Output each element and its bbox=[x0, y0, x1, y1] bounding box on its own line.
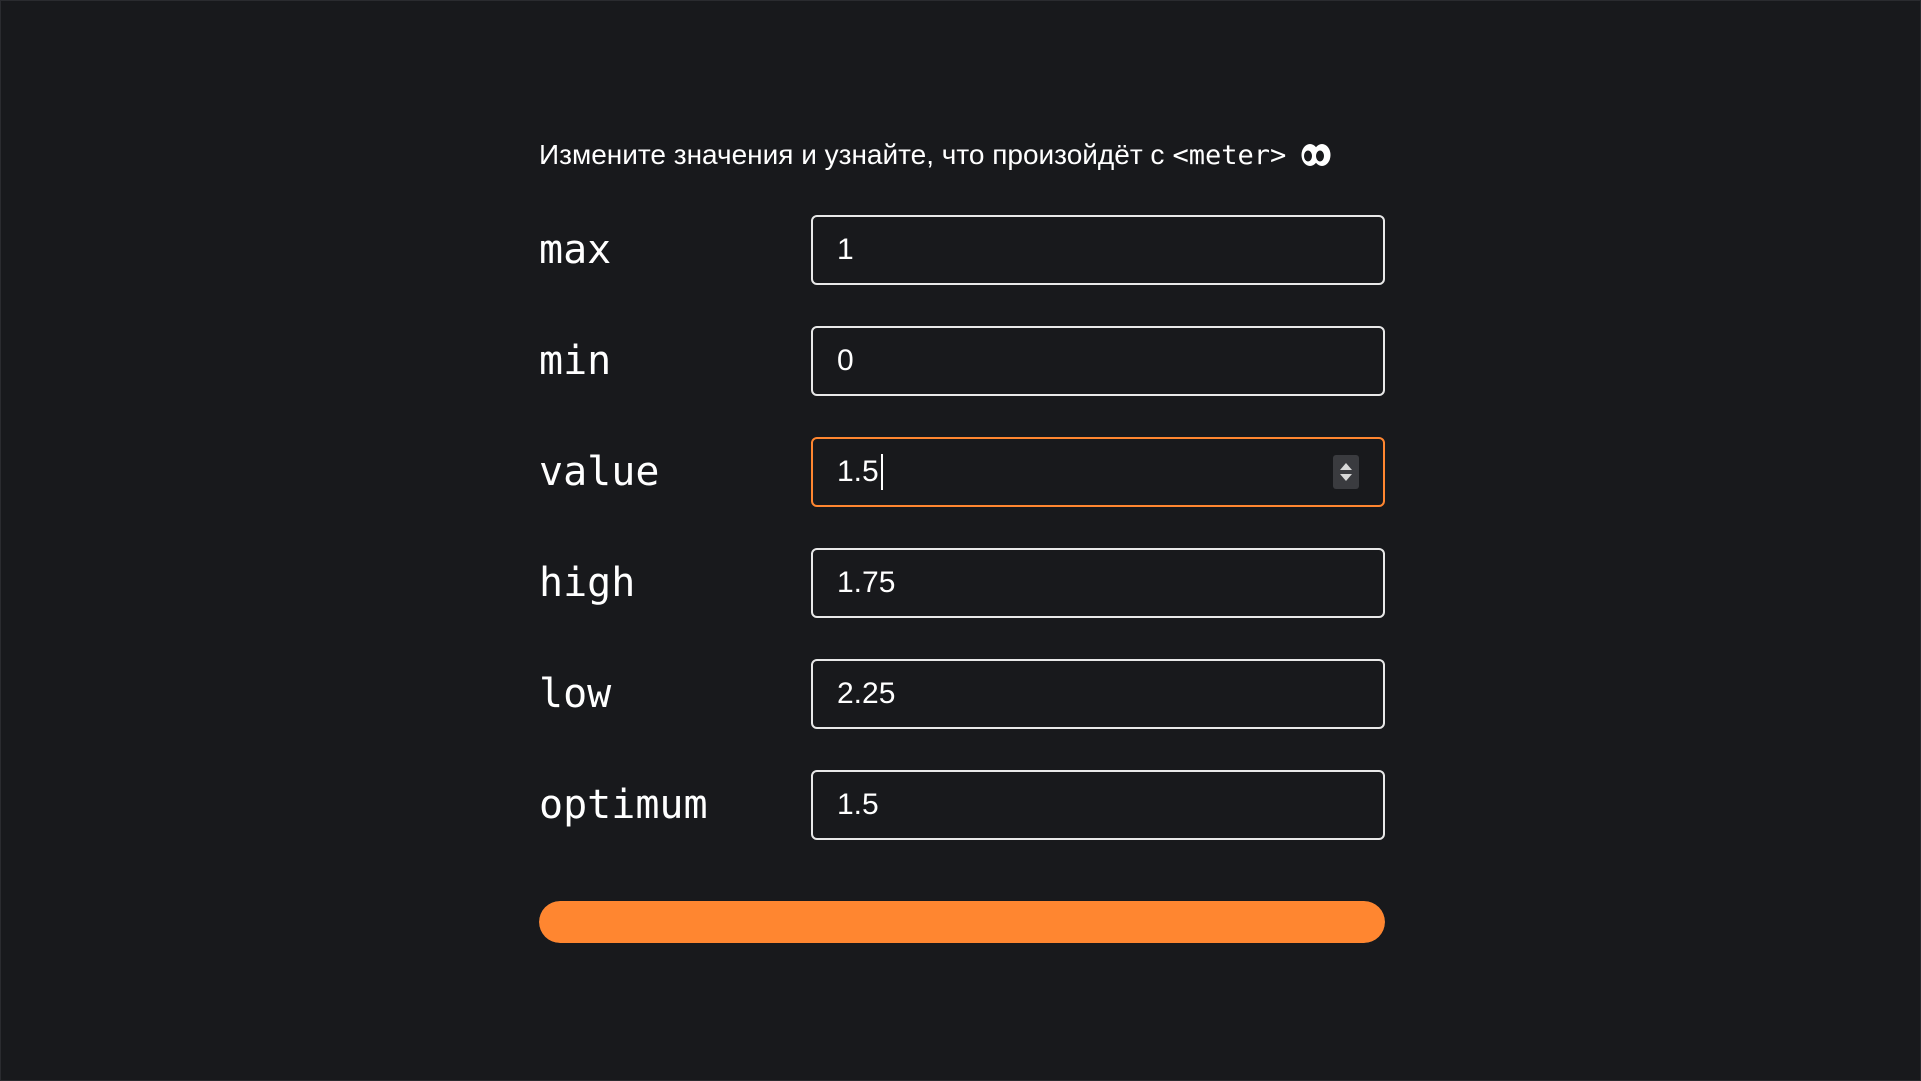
heading-code: <meter> bbox=[1172, 139, 1287, 171]
value-input-value: 1.5 bbox=[837, 455, 879, 488]
meter-fill bbox=[539, 901, 1385, 943]
text-caret bbox=[880, 454, 883, 490]
min-input-value: 0 bbox=[837, 344, 854, 377]
instructions-heading: Измените значения и узнайте, что произой… bbox=[539, 129, 1385, 181]
row-max: max 1 bbox=[539, 215, 1385, 285]
row-low: low 2.25 bbox=[539, 659, 1385, 729]
row-value: value 1.5 bbox=[539, 437, 1385, 507]
spinner-up-icon[interactable] bbox=[1340, 463, 1352, 470]
row-optimum: optimum 1.5 bbox=[539, 770, 1385, 840]
page: Измените значения и узнайте, что произой… bbox=[0, 0, 1921, 1081]
meter-bar bbox=[539, 901, 1385, 943]
eyes-icon bbox=[1300, 141, 1332, 169]
row-high: high 1.75 bbox=[539, 548, 1385, 618]
low-input[interactable]: 2.25 bbox=[811, 659, 1385, 729]
form-rows: max 1 min 0 value 1.5 high 1.75 low 2.25… bbox=[539, 215, 1385, 840]
row-min: min 0 bbox=[539, 326, 1385, 396]
spinner-down-icon[interactable] bbox=[1340, 474, 1352, 481]
high-label: high bbox=[539, 560, 636, 606]
optimum-input[interactable]: 1.5 bbox=[811, 770, 1385, 840]
low-input-value: 2.25 bbox=[837, 677, 896, 710]
high-input[interactable]: 1.75 bbox=[811, 548, 1385, 618]
max-input-value: 1 bbox=[837, 233, 854, 266]
min-input[interactable]: 0 bbox=[811, 326, 1385, 396]
value-input[interactable]: 1.5 bbox=[811, 437, 1385, 507]
high-input-value: 1.75 bbox=[837, 566, 896, 599]
max-input[interactable]: 1 bbox=[811, 215, 1385, 285]
value-label: value bbox=[539, 449, 660, 495]
low-label: low bbox=[539, 671, 612, 717]
optimum-label: optimum bbox=[539, 782, 708, 828]
max-label: max bbox=[539, 227, 612, 273]
heading-text: Измените значения и узнайте, что произой… bbox=[539, 139, 1165, 170]
number-spinner[interactable] bbox=[1333, 455, 1359, 489]
meter-demo: Измените значения и узнайте, что произой… bbox=[539, 129, 1385, 881]
optimum-input-value: 1.5 bbox=[837, 788, 879, 821]
min-label: min bbox=[539, 338, 612, 384]
